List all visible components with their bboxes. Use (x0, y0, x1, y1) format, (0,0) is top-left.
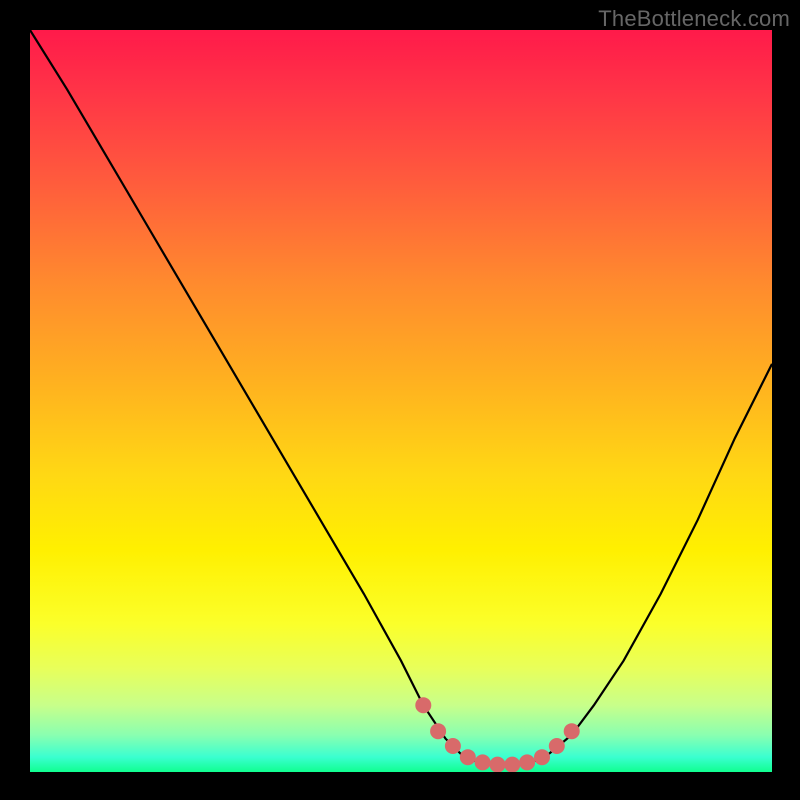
chart-svg (30, 30, 772, 772)
highlight-dot (445, 738, 461, 754)
highlight-dot (430, 723, 446, 739)
highlight-dot (490, 757, 506, 772)
highlight-dot (549, 738, 565, 754)
highlight-dots (415, 697, 579, 772)
highlight-dot (475, 754, 491, 770)
highlight-dot (415, 697, 431, 713)
plot-area (30, 30, 772, 772)
highlight-dot (519, 754, 535, 770)
highlight-dot (460, 749, 476, 765)
highlight-dot (534, 749, 550, 765)
bottleneck-curve (30, 30, 772, 765)
watermark-text: TheBottleneck.com (598, 6, 790, 32)
highlight-dot (504, 757, 520, 772)
highlight-dot (564, 723, 580, 739)
